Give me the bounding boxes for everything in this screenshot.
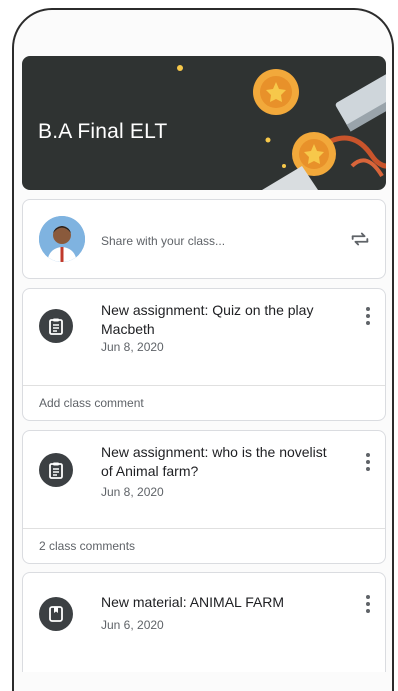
repost-icon[interactable] <box>349 228 371 250</box>
more-options-icon[interactable] <box>365 595 371 615</box>
post-header[interactable]: New assignment: Quiz on the play Macbeth… <box>23 289 385 367</box>
phone-frame: B.A Final ELT Share with your class... N… <box>12 8 394 691</box>
assignment-card[interactable]: New assignment: who is the novelist of A… <box>22 430 386 564</box>
share-box[interactable]: Share with your class... <box>22 199 386 279</box>
more-options-icon[interactable] <box>365 307 371 327</box>
assignment-icon <box>39 309 73 343</box>
material-icon <box>39 597 73 631</box>
post-date: Jun 8, 2020 <box>101 485 164 499</box>
post-header[interactable]: New assignment: who is the novelist of A… <box>23 431 385 509</box>
class-title: B.A Final ELT <box>38 120 168 143</box>
class-comments-count[interactable]: 2 class comments <box>23 528 385 563</box>
post-date: Jun 6, 2020 <box>101 618 164 632</box>
avatar <box>39 216 85 262</box>
material-card[interactable]: New material: ANIMAL FARM Jun 6, 2020 <box>22 572 386 672</box>
stream-screen: B.A Final ELT Share with your class... N… <box>22 56 386 691</box>
post-title[interactable]: New assignment: who is the novelist of A… <box>101 443 341 481</box>
share-placeholder[interactable]: Share with your class... <box>101 234 225 248</box>
more-options-icon[interactable] <box>365 453 371 473</box>
post-title[interactable]: New material: ANIMAL FARM <box>101 593 341 612</box>
assignment-icon <box>39 453 73 487</box>
post-title[interactable]: New assignment: Quiz on the play Macbeth <box>101 301 341 339</box>
post-date: Jun 8, 2020 <box>101 340 164 354</box>
post-header[interactable]: New material: ANIMAL FARM Jun 6, 2020 <box>23 573 385 651</box>
add-class-comment[interactable]: Add class comment <box>23 385 385 420</box>
assignment-card[interactable]: New assignment: Quiz on the play Macbeth… <box>22 288 386 421</box>
class-banner: B.A Final ELT <box>22 56 386 190</box>
